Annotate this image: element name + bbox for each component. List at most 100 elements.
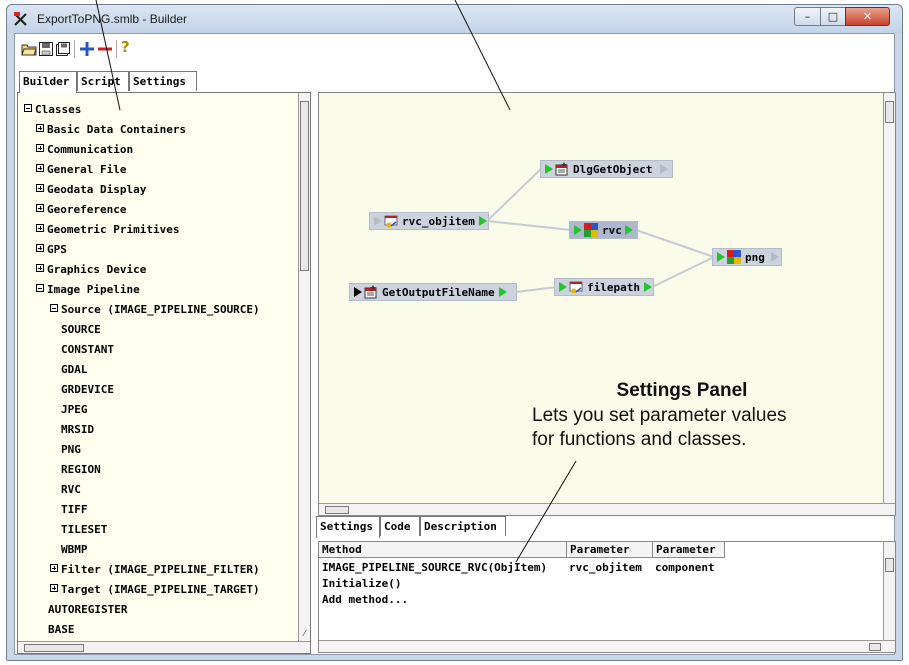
tree-item-class[interactable]: JPEG [61,401,88,419]
collapse-icon[interactable] [24,104,32,112]
expand-icon[interactable] [36,184,44,192]
tree-item-class[interactable]: GRDEVICE [61,381,114,399]
expand-icon[interactable] [36,144,44,152]
output-port-icon[interactable] [478,216,487,226]
tree-item-class[interactable]: RVC [61,481,81,499]
tree-vertical-scrollbar[interactable]: ⁄ [298,93,310,641]
output-port-icon[interactable] [770,252,779,262]
tree-item-class[interactable]: SOURCE [61,321,101,339]
tree-node-category[interactable]: Graphics Device [36,261,146,279]
maximize-button[interactable]: □ [820,7,846,26]
add-icon[interactable] [79,41,95,57]
canvas-horizontal-scrollbar[interactable] [319,503,895,515]
remove-icon[interactable] [97,41,113,57]
header-label: Method [322,543,362,556]
expand-icon[interactable] [50,584,58,592]
column-header-parameter[interactable]: Parameter [653,542,725,558]
tree-node-classes[interactable]: Classes [24,101,81,119]
expand-icon[interactable] [36,264,44,272]
scroll-thumb[interactable] [869,643,881,651]
tree-item-class[interactable]: PNG [61,441,81,459]
canvas-vertical-scrollbar[interactable] [883,93,895,503]
input-port-icon[interactable] [545,164,553,174]
node-getoutputfilename[interactable]: GetOutputFileName [349,283,517,301]
table-vertical-scrollbar[interactable] [883,542,895,640]
parameter-cell[interactable]: rvc_objitem [569,560,642,575]
collapse-icon[interactable] [50,304,58,312]
scroll-thumb[interactable] [300,101,309,271]
output-port-icon[interactable] [660,164,669,174]
close-button[interactable]: ✕ [845,7,890,26]
node-filepath[interactable]: filepath [554,278,654,296]
expand-icon[interactable] [36,244,44,252]
tree-horizontal-scrollbar[interactable] [18,641,310,653]
input-port-icon[interactable] [574,225,582,235]
help-icon[interactable]: ? [121,38,137,56]
method-cell[interactable]: Initialize() [322,576,401,591]
tree-node-category[interactable]: Geodata Display [36,181,146,199]
expand-icon[interactable] [36,124,44,132]
tree-node-source-group[interactable]: Source (IMAGE_PIPELINE_SOURCE) [50,301,260,319]
tree-node-category[interactable]: Georeference [36,201,126,219]
save-as-icon[interactable] [55,41,71,57]
node-rvc-objitem[interactable]: rvc_objitem [369,212,489,230]
tree-item-class[interactable]: REGION [61,461,101,479]
node-label: filepath [587,280,640,294]
node-dlggetobject[interactable]: DlgGetObject [540,160,673,178]
tree-node-category[interactable]: GPS [36,241,67,259]
tree-item-class[interactable]: MRSID [61,421,94,439]
parameter-cell[interactable]: component [655,560,715,575]
tree-item-class[interactable]: WBMP [61,541,88,559]
collapse-icon[interactable] [36,284,44,292]
input-port-icon[interactable] [717,252,725,262]
expand-icon[interactable] [36,164,44,172]
tree-item-class[interactable]: AUTOREGISTER [48,601,127,619]
tree-item-class[interactable]: GDAL [61,361,88,379]
scroll-thumb[interactable] [24,644,84,652]
tree-item-class[interactable]: BASE [48,621,75,639]
tree-node-category[interactable]: Basic Data Containers [36,121,186,139]
input-port-icon[interactable] [559,282,567,292]
graph-canvas[interactable]: DlgGetObject rvc_objitem rvc png GetOutp… [318,92,896,516]
column-header-method[interactable]: Method [319,542,567,558]
output-port-icon[interactable] [498,287,507,297]
tree-item-class[interactable]: TILESET [61,521,107,539]
tree-node-category[interactable]: Geometric Primitives [36,221,179,239]
tree-label: General File [47,163,127,176]
scroll-thumb[interactable] [885,101,894,123]
tab-script[interactable]: Script [77,71,129,91]
tree-item-class[interactable]: TIFF [61,501,88,519]
tab-settings[interactable]: Settings [129,71,197,91]
tab-builder[interactable]: Builder [19,71,77,93]
scroll-thumb[interactable] [885,558,894,572]
open-folder-icon[interactable] [21,41,37,57]
title-bar[interactable]: ExportToPNG.smlb - Builder – □ ✕ [7,5,902,33]
save-icon[interactable] [38,41,54,57]
output-port-icon[interactable] [624,225,633,235]
tab-settings-panel[interactable]: Settings [316,516,380,538]
column-header-parameter[interactable]: Parameter [567,542,653,558]
scroll-thumb[interactable] [325,506,349,514]
tab-description[interactable]: Description [420,516,506,536]
expand-icon[interactable] [36,204,44,212]
tree-node-category[interactable]: Communication [36,141,133,159]
node-rvc[interactable]: rvc [569,221,638,239]
tree-node-target-group[interactable]: Target (IMAGE_PIPELINE_TARGET) [50,581,260,599]
input-port-icon[interactable] [354,287,362,297]
table-horizontal-scrollbar[interactable] [319,640,895,652]
tab-code[interactable]: Code [380,516,420,536]
node-png[interactable]: png [712,248,782,266]
tree-node-category[interactable]: General File [36,161,126,179]
tree-node-filter-group[interactable]: Filter (IMAGE_PIPELINE_FILTER) [50,561,260,579]
method-cell[interactable]: IMAGE_PIPELINE_SOURCE_RVC(ObjItem) [322,560,547,575]
output-port-icon[interactable] [643,282,652,292]
tree-label: Classes [35,103,82,116]
input-port-icon[interactable] [374,216,382,226]
expand-icon[interactable] [36,224,44,232]
node-label: GetOutputFileName [382,285,495,299]
expand-icon[interactable] [50,564,58,572]
tree-item-class[interactable]: CONSTANT [61,341,114,359]
minimize-button[interactable]: – [794,7,821,26]
tree-node-image-pipeline[interactable]: Image Pipeline [36,281,140,299]
add-method-cell[interactable]: Add method... [322,592,408,607]
